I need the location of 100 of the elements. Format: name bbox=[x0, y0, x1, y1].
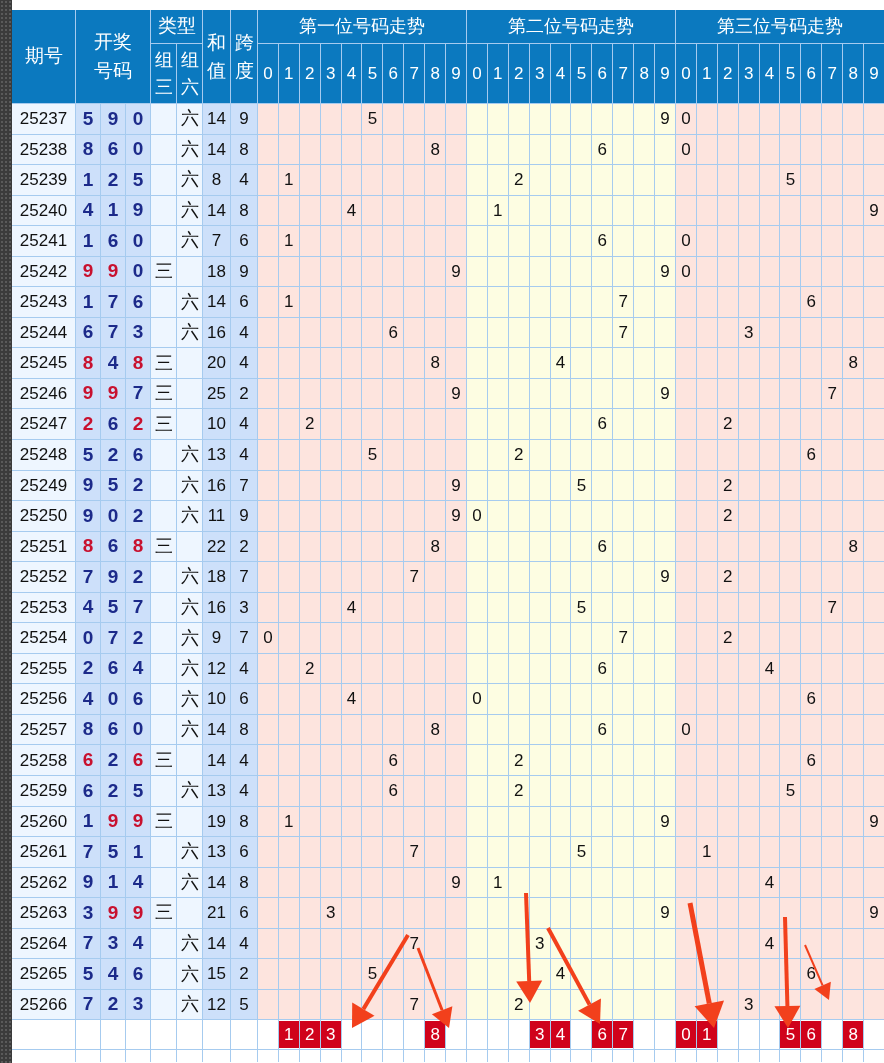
table-cell: 5 bbox=[76, 440, 100, 470]
table-cell: 1 bbox=[76, 165, 100, 195]
table-cell: 7 bbox=[126, 378, 150, 409]
table-cell: 6 bbox=[383, 776, 404, 806]
column-header: 5 bbox=[571, 44, 592, 103]
table-cell: 4 bbox=[101, 348, 125, 378]
selected-number[interactable]: 8 bbox=[843, 1021, 864, 1049]
selected-number[interactable]: 5 bbox=[780, 1021, 801, 1049]
table-cell: 5 bbox=[126, 165, 150, 195]
selected-number[interactable]: 6 bbox=[592, 1021, 613, 1049]
table-cell: 6 bbox=[592, 226, 613, 256]
table-cell: 7 bbox=[822, 592, 843, 623]
table-cell: 0 bbox=[126, 104, 150, 134]
column-header: 1 bbox=[487, 44, 508, 103]
table-cell: 0 bbox=[676, 226, 696, 256]
table-cell: 14 bbox=[203, 867, 230, 898]
column-header: 8 bbox=[843, 44, 864, 103]
column-header: 6 bbox=[383, 44, 404, 103]
table-cell: 六 bbox=[177, 134, 202, 165]
selected-number[interactable]: 2 bbox=[299, 1021, 320, 1049]
selected-number[interactable]: 4 bbox=[550, 1021, 571, 1049]
table-cell: 6 bbox=[76, 317, 100, 348]
selected-number[interactable]: 0 bbox=[676, 1021, 696, 1049]
table-cell: 5 bbox=[571, 837, 592, 867]
table-cell: 9 bbox=[76, 501, 100, 531]
table-cell: 4 bbox=[341, 195, 362, 226]
table-cell: 6 bbox=[101, 714, 125, 745]
table-cell: 2 bbox=[717, 562, 738, 592]
table-cell: 25260 bbox=[12, 806, 75, 837]
table-cell: 0 bbox=[126, 256, 150, 287]
column-header: 9 bbox=[655, 44, 675, 103]
table-cell: 7 bbox=[613, 317, 634, 348]
table-cell: 6 bbox=[592, 653, 613, 684]
table-cell: 6 bbox=[801, 959, 822, 989]
table-cell: 14 bbox=[203, 745, 230, 776]
selected-number[interactable]: 8 bbox=[425, 1021, 446, 1049]
table-cell: 3 bbox=[738, 317, 759, 348]
table-cell: 9 bbox=[231, 256, 257, 287]
column-header: 9 bbox=[864, 44, 884, 103]
table-cell: 14 bbox=[203, 928, 230, 959]
table-cell: 15 bbox=[203, 959, 230, 989]
table-cell: 5 bbox=[101, 592, 125, 623]
selected-number[interactable]: 1 bbox=[696, 1021, 717, 1049]
table-cell: 6 bbox=[231, 684, 257, 714]
column-header: 0 bbox=[258, 44, 278, 103]
table-cell: 5 bbox=[362, 440, 383, 470]
table-cell: 9 bbox=[864, 898, 884, 928]
table-cell: 25255 bbox=[12, 653, 75, 684]
table-cell: 25259 bbox=[12, 776, 75, 806]
table-cell: 2 bbox=[231, 531, 257, 562]
table-cell: 三 bbox=[151, 806, 176, 837]
table-cell: 六 bbox=[177, 684, 202, 714]
table-cell: 4 bbox=[231, 317, 257, 348]
table-cell: 7 bbox=[231, 562, 257, 592]
table-cell: 六 bbox=[177, 104, 202, 134]
table-cell: 4 bbox=[550, 959, 571, 989]
table-cell: 1 bbox=[278, 806, 299, 837]
table-cell: 25242 bbox=[12, 256, 75, 287]
table-cell: 六 bbox=[177, 562, 202, 592]
table-cell: 14 bbox=[203, 134, 230, 165]
table-cell: 2 bbox=[231, 378, 257, 409]
table-cell: 6 bbox=[592, 134, 613, 165]
table-cell: 8 bbox=[126, 348, 150, 378]
selected-number[interactable]: 3 bbox=[529, 1021, 550, 1049]
table-cell: 4 bbox=[231, 776, 257, 806]
table-cell: 25 bbox=[203, 378, 230, 409]
column-header: 0 bbox=[676, 44, 696, 103]
table-cell: 25252 bbox=[12, 562, 75, 592]
table-cell: 9 bbox=[101, 378, 125, 409]
table-cell: 六 bbox=[177, 287, 202, 317]
table-cell: 三 bbox=[151, 409, 176, 439]
table-cell: 六 bbox=[177, 440, 202, 470]
table-cell: 6 bbox=[231, 837, 257, 867]
table-cell: 9 bbox=[655, 378, 675, 409]
column-header: 第三位号码走势 bbox=[676, 10, 884, 43]
table-cell: 25240 bbox=[12, 195, 75, 226]
table-cell: 7 bbox=[126, 592, 150, 623]
table-cell: 6 bbox=[126, 440, 150, 470]
table-cell: 7 bbox=[231, 623, 257, 653]
selected-number[interactable]: 3 bbox=[320, 1021, 341, 1049]
table-cell: 0 bbox=[258, 623, 278, 653]
table-cell: 9 bbox=[864, 195, 884, 226]
column-header: 2 bbox=[508, 44, 529, 103]
column-header: 类型 bbox=[151, 10, 202, 43]
selected-number[interactable]: 1 bbox=[278, 1021, 299, 1049]
table-cell: 3 bbox=[231, 592, 257, 623]
table-cell: 6 bbox=[383, 745, 404, 776]
table-cell: 25257 bbox=[12, 714, 75, 745]
table-cell: 9 bbox=[101, 806, 125, 837]
table-cell: 12 bbox=[203, 653, 230, 684]
table-cell: 4 bbox=[341, 592, 362, 623]
table-cell: 2 bbox=[101, 165, 125, 195]
table-cell: 9 bbox=[446, 867, 466, 898]
selected-number[interactable]: 6 bbox=[801, 1021, 822, 1049]
table-cell: 25265 bbox=[12, 959, 75, 989]
table-cell: 9 bbox=[231, 104, 257, 134]
column-header: 9 bbox=[446, 44, 466, 103]
table-cell: 7 bbox=[404, 562, 425, 592]
selected-number[interactable]: 7 bbox=[613, 1021, 634, 1049]
table-cell: 0 bbox=[676, 104, 696, 134]
